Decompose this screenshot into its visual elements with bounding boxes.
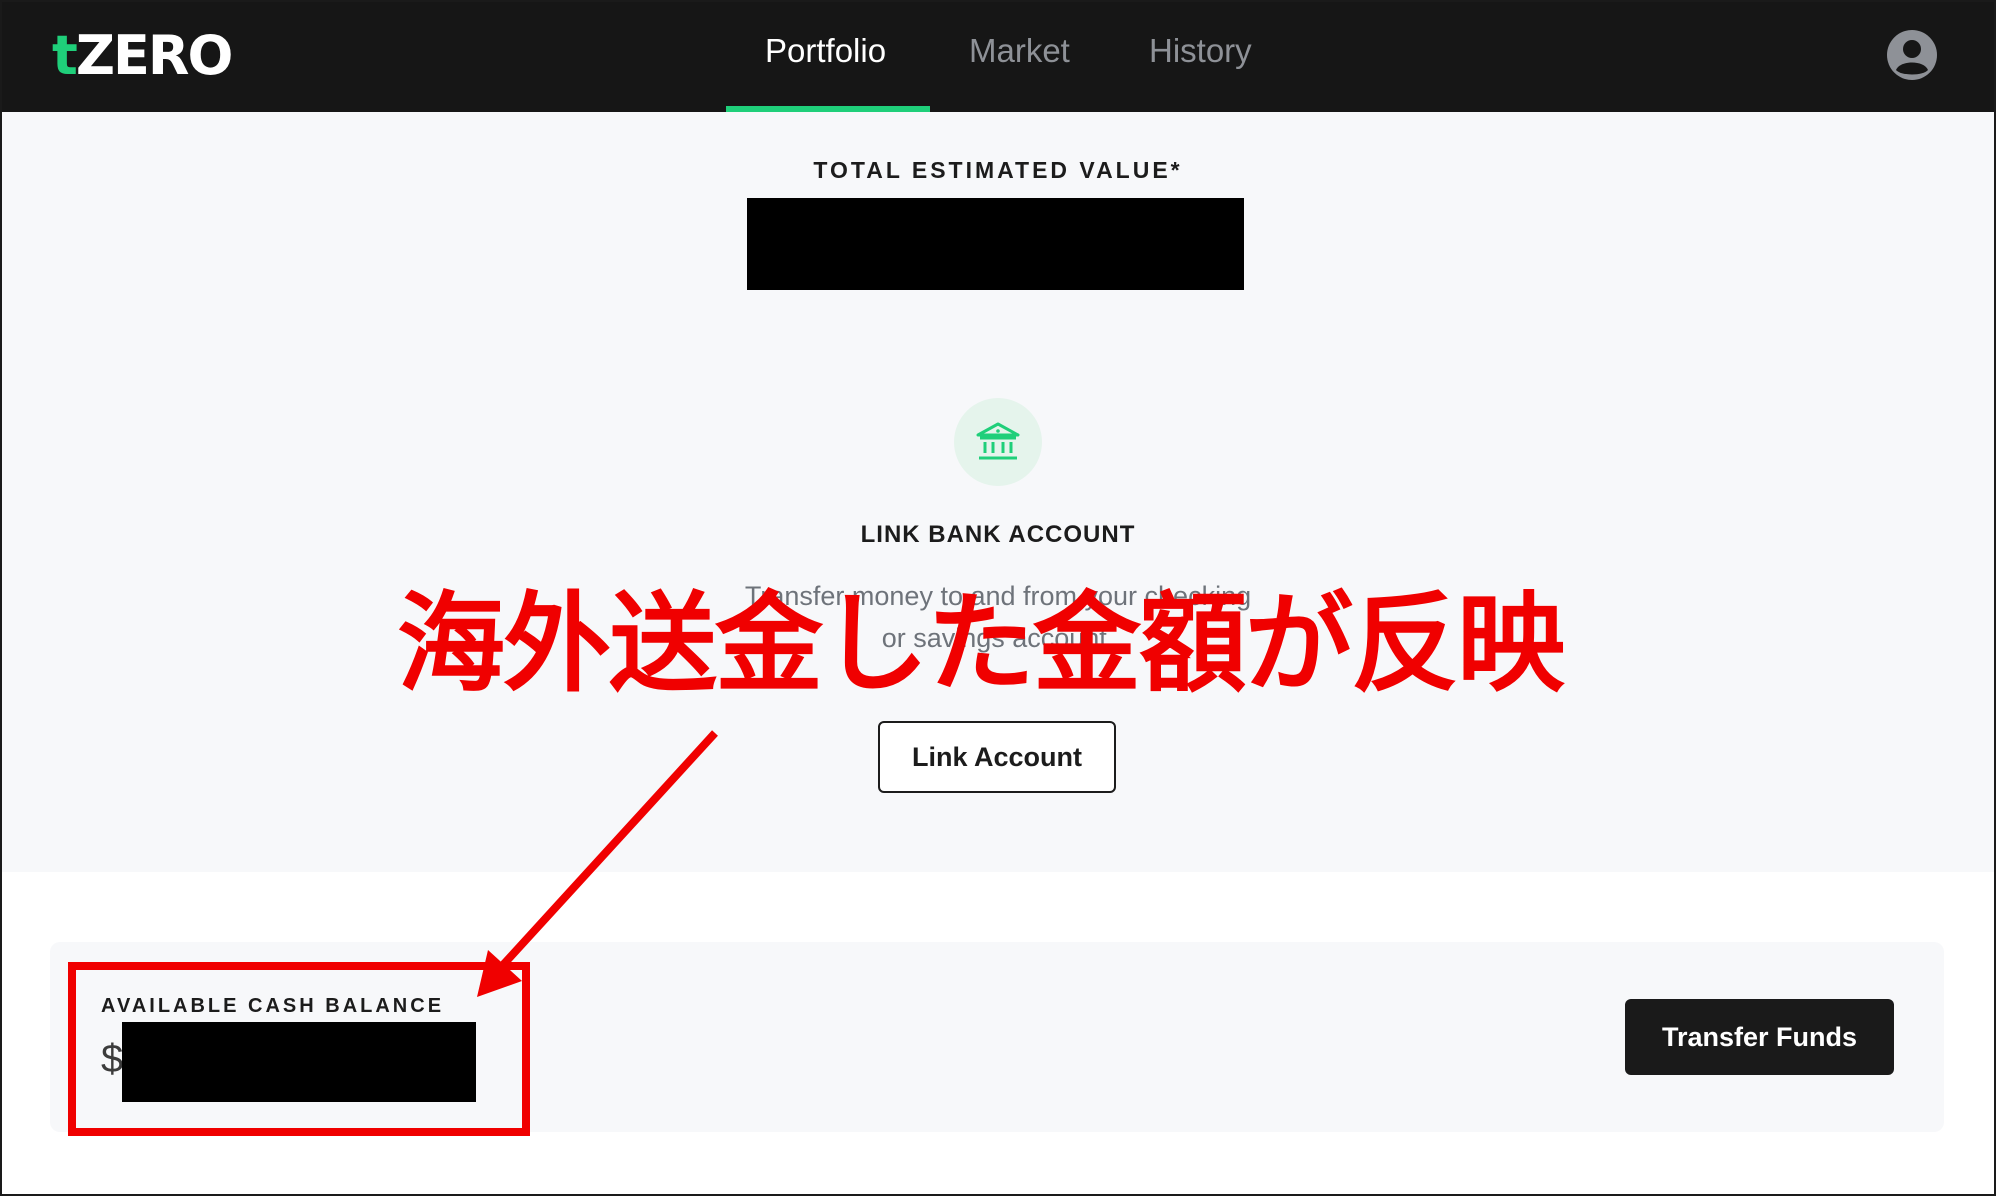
user-circle-icon[interactable] [1886, 29, 1938, 81]
tzero-logo[interactable]: tZERO [52, 24, 233, 87]
annotation-highlight-box [68, 962, 530, 1136]
transfer-funds-button[interactable]: Transfer Funds [1625, 999, 1894, 1075]
annotation-text: 海外送金した金額が反映 [397, 582, 1565, 707]
bank-icon [976, 422, 1020, 460]
link-bank-account-title: LINK BANK ACCOUNT [860, 521, 1136, 548]
bank-icon-badge [954, 398, 1042, 486]
link-account-button[interactable]: Link Account [878, 721, 1116, 793]
total-estimated-value-label: TOTAL ESTIMATED VALUE* [813, 157, 1183, 183]
tab-history[interactable]: History [1149, 32, 1252, 70]
tab-portfolio[interactable]: Portfolio [765, 32, 886, 70]
redacted-total-value [747, 198, 1244, 290]
tab-market[interactable]: Market [969, 32, 1070, 70]
top-navigation-bar: tZERO Portfolio Market History [2, 2, 1994, 112]
